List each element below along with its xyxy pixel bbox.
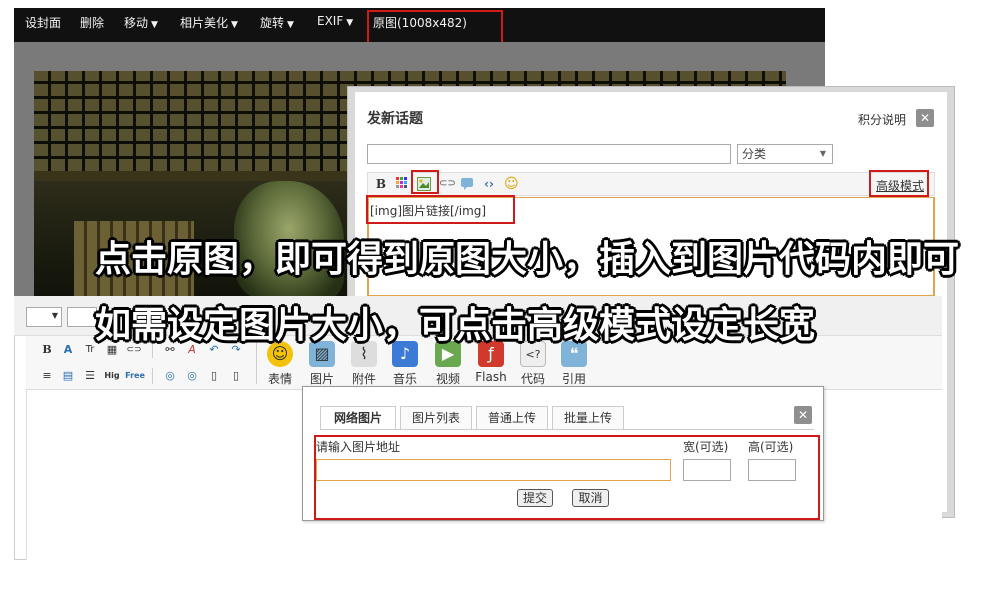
chevron-down-icon: ▼	[287, 20, 294, 30]
close-icon[interactable]: ✕	[794, 406, 812, 424]
chevron-down-icon: ▼	[231, 20, 238, 30]
list-icon[interactable]: ☰	[82, 368, 98, 384]
set-cover-button[interactable]: 设封面	[25, 14, 61, 31]
instruction-line-2: 如需设定图片大小，可点击高级模式设定长宽	[95, 305, 816, 346]
smiley-icon[interactable]: ☺	[504, 177, 519, 191]
highlight-image-button	[411, 170, 439, 194]
submit-button[interactable]: 提交	[517, 489, 553, 507]
move-menu[interactable]: 移动 ▼	[124, 14, 158, 31]
delete-button[interactable]: 删除	[80, 14, 104, 31]
page-break-icon[interactable]: ▯	[228, 368, 244, 384]
chevron-down-icon: ▼	[51, 311, 58, 320]
float-right-icon[interactable]: ◎	[184, 368, 200, 384]
page-icon[interactable]: ▯	[206, 368, 222, 384]
tab-image-list[interactable]: 图片列表	[400, 406, 472, 430]
cancel-button[interactable]: 取消	[572, 489, 609, 507]
image-width-input[interactable]	[683, 459, 731, 481]
category-select[interactable]: 分类 ▼	[737, 144, 833, 164]
highlight-advanced-mode	[869, 170, 929, 197]
tab-web-image[interactable]: 网络图片	[320, 406, 396, 430]
rotate-menu[interactable]: 旋转 ▼	[260, 14, 294, 31]
float-left-icon[interactable]: ◎	[162, 368, 178, 384]
free-icon[interactable]: Free	[124, 368, 146, 384]
bold-button[interactable]: B	[374, 177, 388, 191]
align-left-icon[interactable]: ≡	[39, 368, 55, 384]
width-label: 宽(可选)	[683, 440, 729, 454]
exif-menu[interactable]: EXIF ▼	[317, 14, 353, 28]
chevron-down-icon: ▼	[346, 18, 354, 28]
quote-icon[interactable]	[460, 177, 474, 191]
font-select[interactable]	[67, 307, 97, 327]
image-url-input[interactable]	[316, 459, 671, 481]
chevron-down-icon: ▼	[819, 149, 826, 158]
instruction-line-1: 点击原图，即可得到原图大小，插入到图片代码内即可	[95, 239, 960, 280]
beautify-menu[interactable]: 相片美化 ▼	[180, 14, 238, 31]
image-height-input[interactable]	[748, 459, 796, 481]
credits-link[interactable]: 积分说明	[858, 111, 906, 128]
highlight-img-code	[366, 195, 515, 224]
color-grid-icon[interactable]	[395, 177, 409, 191]
code-icon[interactable]: ‹›	[482, 177, 496, 191]
image-url-label: 请输入图片地址	[316, 440, 401, 454]
height-label: 高(可选)	[748, 440, 794, 454]
screenshot-stage: 设封面 删除 移动 ▼ 相片美化 ▼ 旋转 ▼ EXIF ▼ 原图(1008x482) …	[0, 0, 1000, 600]
topic-title-input[interactable]	[367, 144, 731, 164]
highlight-icon[interactable]: Hig	[101, 368, 123, 384]
tab-batch-upload[interactable]: 批量上传	[552, 406, 624, 430]
font-color-button[interactable]: A	[60, 342, 76, 358]
close-icon[interactable]: ✕	[916, 109, 934, 127]
table-icon[interactable]: ▤	[60, 368, 76, 384]
tab-normal-upload[interactable]: 普通上传	[476, 406, 548, 430]
chevron-down-icon: ▼	[151, 20, 158, 30]
bold-button[interactable]: B	[39, 342, 55, 358]
dialog-title: 发新话题	[367, 111, 423, 127]
doc-format-select[interactable]: ▼	[26, 307, 62, 327]
link-icon[interactable]: ⊂⊃	[439, 177, 456, 191]
post-editor-toolbar: B ⊂⊃ ‹› ☺	[367, 172, 935, 196]
